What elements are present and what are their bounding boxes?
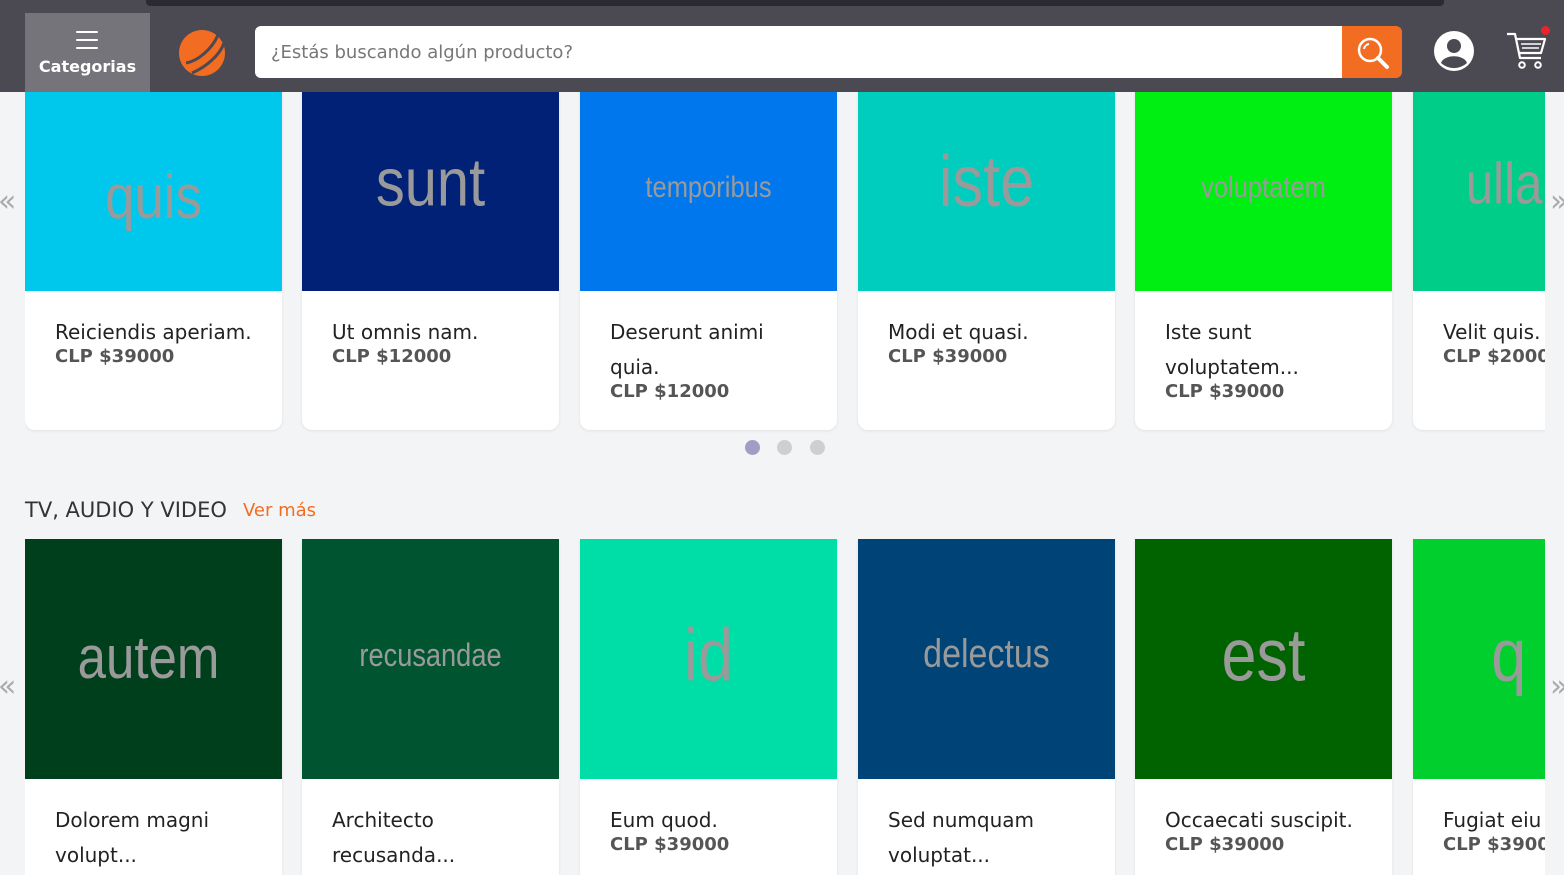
product-name[interactable]: Fugiat eiu [1443,803,1545,838]
product-price: CLP $39000 [1165,381,1285,402]
product-price: CLP $39000 [610,834,730,855]
product-card[interactable]: ulla Velit quis. CLP $2000 [1413,92,1545,430]
product-card[interactable]: q Fugiat eiu CLP $3900 [1413,539,1545,875]
product-image: delectus [858,539,1115,779]
brand-logo[interactable] [178,29,226,77]
product-image-text: voluptatem [1201,170,1326,204]
carousel-track: autem Dolorem magni volupt... recusandae… [25,539,1545,875]
product-card[interactable]: recusandae Architecto recusanda... [302,539,559,875]
product-image: q [1413,539,1545,779]
search-button[interactable] [1342,26,1402,78]
product-image: voluptatem [1135,92,1392,291]
product-image: recusandae [302,539,559,779]
product-name[interactable]: Architecto recusanda... [332,803,539,873]
pagination-dot-3[interactable] [810,440,825,455]
product-name[interactable]: Iste sunt voluptatem... [1165,315,1372,385]
product-card[interactable]: delectus Sed numquam voluptat... [858,539,1115,875]
product-name[interactable]: Velit quis. [1443,315,1545,350]
product-image: autem [25,539,282,779]
carousel-next-arrow[interactable]: » [1550,669,1564,704]
pagination-dot-2[interactable] [777,440,792,455]
product-card[interactable]: est Occaecati suscipit. CLP $39000 [1135,539,1392,875]
carousel-prev-arrow[interactable]: « [0,669,16,704]
carousel-track: quis Reiciendis aperiam. CLP $39000 sunt… [25,92,1545,437]
product-image-text: est [1221,613,1306,697]
featured-carousel: « quis Reiciendis aperiam. CLP $39000 su… [0,92,1564,437]
product-image-text: delectus [923,632,1050,676]
product-image: est [1135,539,1392,779]
product-card[interactable]: autem Dolorem magni volupt... [25,539,282,875]
product-image-text: iste [938,141,1035,222]
top-bar-strip [146,0,1444,6]
product-image: ulla [1413,92,1545,291]
product-card[interactable]: voluptatem Iste sunt voluptatem... CLP $… [1135,92,1392,430]
product-name[interactable]: Occaecati suscipit. [1165,803,1372,838]
product-image-text: sunt [375,144,486,221]
product-image-text: recusandae [359,636,502,673]
product-image: temporibus [580,92,837,291]
carousel-next-arrow[interactable]: » [1550,184,1564,219]
search-icon [1357,37,1389,69]
product-card[interactable]: id Eum quod. CLP $39000 [580,539,837,875]
product-image-text: temporibus [645,170,772,204]
section-title: TV, AUDIO Y VIDEO [25,498,227,522]
product-card[interactable]: iste Modi et quasi. CLP $39000 [858,92,1115,430]
search-bar [255,26,1402,78]
product-price: CLP $39000 [888,346,1008,367]
see-more-link[interactable]: Ver más [243,500,316,521]
user-account-icon[interactable] [1433,30,1475,72]
product-name[interactable]: Reiciendis aperiam. [55,315,262,350]
categories-button[interactable]: Categorias [25,13,150,92]
product-name[interactable]: Ut omnis nam. [332,315,539,350]
product-name[interactable]: Sed numquam voluptat... [888,803,1095,873]
product-image: id [580,539,837,779]
product-image-text: id [684,613,733,697]
categories-label: Categorias [38,57,137,76]
product-name[interactable]: Dolorem magni volupt... [55,803,262,873]
product-price: CLP $12000 [610,381,730,402]
cart-notification-badge [1541,26,1550,35]
product-price: CLP $3900 [1443,834,1545,855]
product-image-text: quis [105,162,202,232]
shopping-cart-icon[interactable] [1505,28,1549,72]
product-image: quis [25,92,282,291]
top-header: Categorias [0,0,1564,92]
product-price: CLP $12000 [332,346,452,367]
product-name[interactable]: Deserunt animi quia. [610,315,817,385]
product-image: iste [858,92,1115,291]
carousel-prev-arrow[interactable]: « [0,184,16,219]
search-input[interactable] [255,26,1342,78]
product-image-text: q [1491,613,1527,697]
product-card[interactable]: quis Reiciendis aperiam. CLP $39000 [25,92,282,430]
product-price: CLP $2000 [1443,346,1545,367]
product-name[interactable]: Modi et quasi. [888,315,1095,350]
tv-audio-video-carousel: « autem Dolorem magni volupt... recusand… [0,539,1564,875]
hamburger-icon [76,31,98,55]
product-image-text: ulla [1465,150,1543,216]
product-image: sunt [302,92,559,291]
product-name[interactable]: Eum quod. [610,803,817,838]
product-card[interactable]: temporibus Deserunt animi quia. CLP $120… [580,92,837,430]
pagination-dot-1[interactable] [745,440,760,455]
product-image-text: autem [77,624,220,692]
product-card[interactable]: sunt Ut omnis nam. CLP $12000 [302,92,559,430]
